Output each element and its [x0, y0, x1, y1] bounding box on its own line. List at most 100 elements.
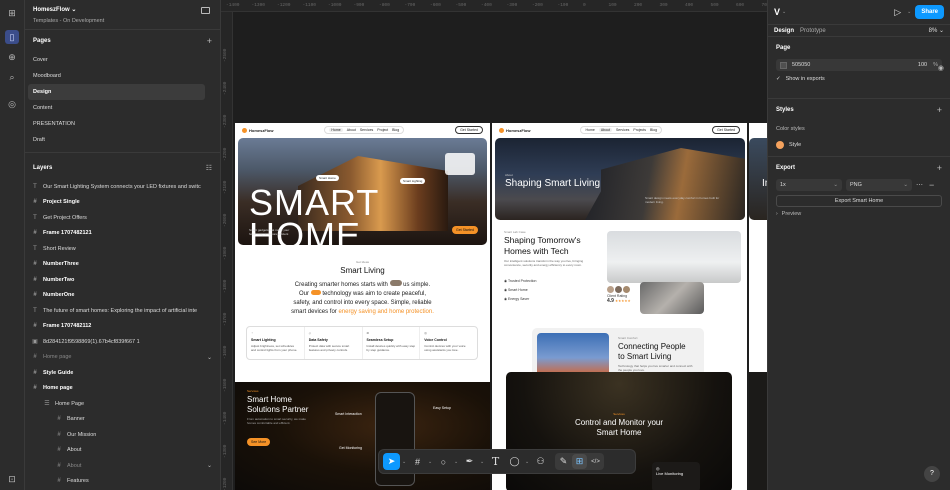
layer-item[interactable]: ☰ Home Page [25, 396, 220, 412]
hero-tag: Smart Home [316, 175, 339, 181]
living-room-image [607, 231, 741, 283]
chevron-down-icon[interactable]: ⌄ [907, 9, 911, 15]
pen-tool-icon[interactable]: ✒ [461, 453, 478, 470]
eye-icon[interactable]: ◉ [938, 64, 944, 72]
layer-item[interactable]: # Frame 1707482112 [25, 319, 220, 335]
chevron-down-icon[interactable]: ⌄ [454, 459, 459, 465]
dev-mode-icon[interactable]: </> [588, 454, 603, 469]
move-tool-icon[interactable]: ➤ [383, 453, 400, 470]
chevron-down-icon[interactable]: ⌄ [402, 459, 407, 465]
tab-design[interactable]: Design [774, 28, 794, 34]
zoom-level[interactable]: 8% ⌄ [929, 27, 944, 34]
board1-hero: SMART HOME Smart gadgets that make your … [238, 138, 487, 245]
board1-nav: HomeszFlow Home About Services Project B… [235, 123, 490, 137]
help-icon[interactable]: ? [924, 466, 940, 482]
add-style-icon[interactable]: + [937, 105, 942, 115]
panel-toggle-icon[interactable] [201, 7, 210, 14]
layer-item[interactable]: # Our Mission [25, 427, 220, 443]
chevron-down-icon[interactable]: ⌄ [782, 9, 786, 15]
add-export-icon[interactable]: + [937, 163, 942, 173]
artboard-about[interactable]: HomeszFlow Home About Services Projects … [492, 123, 747, 490]
color-swatch[interactable] [780, 61, 787, 69]
layer-item[interactable]: # NumberTwo [25, 272, 220, 288]
page-color-field[interactable]: 505050 100% [776, 59, 942, 71]
artboard-partial[interactable]: In [749, 123, 767, 490]
layer-item[interactable]: T Our Smart Lighting System connects your… [25, 179, 220, 195]
layer-item[interactable]: ▣ 8d284121f9598869(1).67b4cf839f667 1 [25, 334, 220, 350]
ruler-tick-label: -800 [379, 3, 390, 8]
show-in-exports[interactable]: ✓ Show in exports [776, 71, 942, 87]
nav-link: Home [329, 128, 343, 132]
page-item[interactable]: Moodboard [28, 68, 205, 84]
figma-menu-icon[interactable]: ⊞ [5, 6, 19, 20]
chevron-down-icon[interactable]: ⌄ [207, 462, 212, 469]
panel-tabs: Design Prototype 8% ⌄ [768, 25, 950, 37]
layer-item[interactable]: # Banner [25, 412, 220, 428]
chevron-down-icon[interactable]: ⌄ [525, 459, 530, 465]
ruler-tick-label: -1300 [223, 444, 228, 458]
design-mode-icon[interactable]: ⊞ [572, 454, 587, 469]
layer-item[interactable]: T Short Review [25, 241, 220, 257]
page-item[interactable]: PRESENTATION [28, 116, 205, 132]
layer-item[interactable]: T Get Project Offers [25, 210, 220, 226]
layer-item[interactable]: # Project Single [25, 195, 220, 211]
style-item[interactable]: Style [776, 137, 942, 153]
layer-item[interactable]: # Frame 1707482121 [25, 226, 220, 242]
chevron-down-icon[interactable]: ⌄ [207, 354, 212, 361]
artboard-smart-home[interactable]: HomeszFlow Home About Services Project B… [235, 123, 490, 490]
inspect-icon[interactable]: ⊡ [5, 472, 19, 486]
frame-layer-icon: # [33, 230, 37, 237]
services-button: See More [247, 438, 271, 446]
page-item[interactable]: Design [28, 84, 205, 100]
chevron-down-icon[interactable]: ⌄ [428, 459, 433, 465]
remove-icon[interactable]: − [929, 180, 934, 190]
draw-mode-icon[interactable]: ✎ [556, 454, 571, 469]
file-name[interactable]: HomeszFlow ⌄ [33, 6, 212, 13]
avatar-icon[interactable]: V [774, 7, 780, 17]
search-icon[interactable]: ⌕ [5, 70, 19, 84]
layer-item[interactable]: # Style Guide [25, 365, 220, 381]
more-icon[interactable]: ⋯ [916, 181, 923, 189]
layer-item[interactable]: # Home page [25, 381, 220, 397]
layers-header: Layers ☷ [33, 164, 212, 172]
layer-item[interactable]: # About [25, 443, 220, 459]
page-item[interactable]: Content [28, 100, 205, 116]
frame-layer-icon: # [33, 292, 37, 299]
ellipse-tool-icon[interactable]: ○ [435, 453, 452, 470]
layer-label: About [67, 462, 82, 469]
page-item[interactable]: Draft [28, 132, 205, 148]
checkmark-icon[interactable]: ✓ [776, 76, 781, 82]
file-icon[interactable]: ▯ [5, 30, 19, 44]
actions-tool-icon[interactable]: ⚇ [532, 453, 549, 470]
layer-item[interactable]: # NumberOne [25, 288, 220, 304]
ruler-tick-label: -500 [455, 3, 467, 8]
export-button[interactable]: Export Smart Home [776, 195, 942, 207]
layer-item[interactable]: T The future of smart homes: Exploring th… [25, 303, 220, 319]
layer-label: Home page [43, 385, 73, 392]
text-tool-icon[interactable]: T [487, 453, 504, 470]
preview-toggle[interactable]: › Preview [776, 207, 942, 221]
tab-prototype[interactable]: Prototype [800, 28, 826, 34]
layer-item[interactable]: # Home page ⌄ [25, 350, 220, 366]
export-format-select[interactable]: PNG ⌄ [846, 179, 912, 191]
section-eyebrow: Get Ideas [355, 260, 369, 264]
layer-item[interactable]: # NumberThree [25, 257, 220, 273]
layer-label: Project Single [43, 199, 80, 206]
layer-item[interactable]: # Features [25, 474, 220, 490]
right-panel-topbar: V ⌄ ▷ ⌄ Share [768, 0, 950, 25]
assets-icon[interactable]: ⊕ [5, 50, 19, 64]
comment-tool-icon[interactable]: ◯ [506, 453, 523, 470]
frame-tool-icon[interactable]: # [409, 453, 426, 470]
chevron-down-icon[interactable]: ⌄ [480, 459, 485, 465]
plugins-icon[interactable]: ◎ [5, 97, 19, 111]
ruler-tick-label: -1200 [223, 477, 228, 490]
share-button[interactable]: Share [915, 5, 944, 19]
export-scale-select[interactable]: 1x ⌄ [776, 179, 842, 191]
page-item[interactable]: Cover [28, 52, 205, 68]
add-page-icon[interactable]: + [207, 36, 212, 46]
layers-options-icon[interactable]: ☷ [206, 164, 212, 172]
canvas[interactable]: -1400 -1300 -1200 -1100 -1000 -900 -800 -700 -60… [221, 0, 767, 490]
section-title: Smart Living [340, 266, 385, 275]
layer-item[interactable]: # About ⌄ [25, 458, 220, 474]
play-icon[interactable]: ▷ [894, 7, 901, 18]
